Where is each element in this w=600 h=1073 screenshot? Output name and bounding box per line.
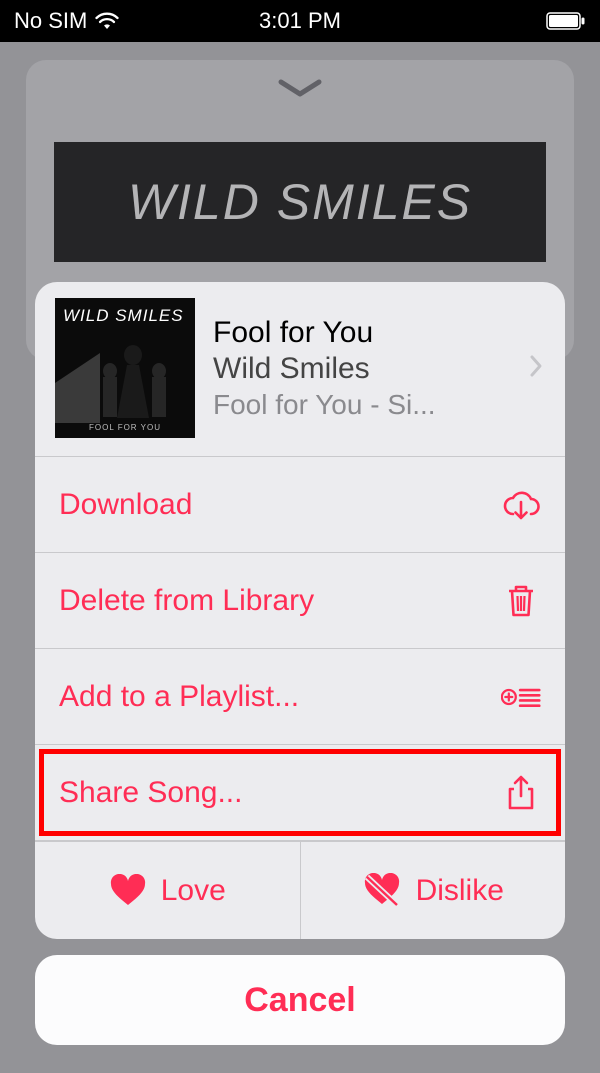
cloud-download-icon <box>501 489 541 521</box>
download-button[interactable]: Download <box>35 457 565 553</box>
download-label: Download <box>59 488 192 522</box>
action-sheet: WILD SMILES FOOL FOR YOU Fool for You <box>35 282 565 939</box>
share-label: Share Song... <box>59 776 242 810</box>
cancel-button[interactable]: Cancel <box>35 955 565 1045</box>
share-icon <box>501 774 541 812</box>
song-title: Fool for You <box>213 315 511 351</box>
battery-icon <box>546 12 586 30</box>
trash-icon <box>501 583 541 619</box>
cancel-label: Cancel <box>244 981 356 1020</box>
heart-slash-icon <box>362 873 402 909</box>
love-label: Love <box>161 874 226 908</box>
song-header[interactable]: WILD SMILES FOOL FOR YOU Fool for You <box>35 282 565 457</box>
dislike-button[interactable]: Dislike <box>300 842 566 939</box>
delete-button[interactable]: Delete from Library <box>35 553 565 649</box>
album-art: WILD SMILES FOOL FOR YOU <box>55 298 195 438</box>
carrier-label: No SIM <box>14 8 87 34</box>
status-bar: No SIM 3:01 PM <box>0 0 600 42</box>
dislike-label: Dislike <box>416 874 504 908</box>
share-song-button[interactable]: Share Song... <box>35 745 565 841</box>
add-to-playlist-button[interactable]: Add to a Playlist... <box>35 649 565 745</box>
playlist-label: Add to a Playlist... <box>59 680 299 714</box>
delete-label: Delete from Library <box>59 584 314 618</box>
add-to-list-icon <box>501 682 541 712</box>
love-button[interactable]: Love <box>35 842 300 939</box>
heart-icon <box>109 874 147 908</box>
song-artist: Wild Smiles <box>213 351 511 387</box>
wifi-icon <box>95 12 119 30</box>
chevron-right-icon <box>529 354 543 383</box>
song-album: Fool for You - Si... <box>213 387 511 422</box>
